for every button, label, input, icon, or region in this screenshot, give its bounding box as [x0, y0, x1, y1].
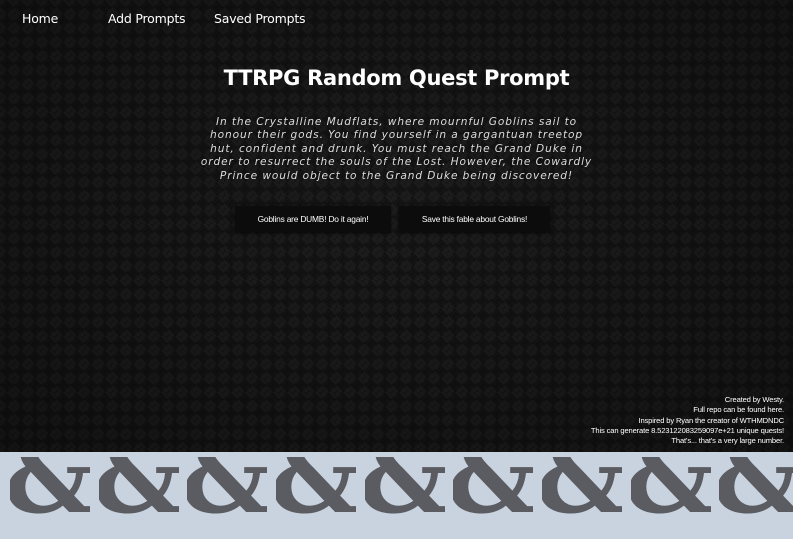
dnd-ampersand-icon: & [719, 457, 793, 537]
nav-saved-prompts-link[interactable]: Saved Prompts [214, 11, 306, 26]
main-area: Home Add Prompts Saved Prompts TTRPG Ran… [0, 0, 793, 452]
credit-inspired-by: Inspired by Ryan the creator of WTHMDNDC [638, 415, 785, 425]
dnd-ampersand-icon: & [187, 457, 267, 537]
dnd-ampersand-icon: & [365, 457, 445, 537]
dnd-ampersand-icon: & [453, 457, 533, 537]
nav-home-link[interactable]: Home [22, 11, 58, 26]
top-nav: Home Add Prompts Saved Prompts [0, 0, 793, 38]
page-title: TTRPG Random Quest Prompt [223, 66, 570, 90]
quest-prompt-text: In the Crystalline Mudflats, where mourn… [200, 116, 593, 182]
credits: Created by Westy. Full repo can be found… [591, 395, 784, 446]
dnd-ampersand-icon: & [10, 457, 90, 537]
nav-add-prompts-link[interactable]: Add Prompts [108, 11, 186, 26]
credit-repo-link[interactable]: Full repo can be found here. [591, 405, 784, 415]
credit-generate-count: This can generate 8.523122083259097e+21 … [590, 425, 784, 435]
regenerate-button[interactable]: Goblins are DUMB! Do it again! [235, 206, 391, 232]
credit-large-number: That's... that's a very large number. [671, 436, 784, 446]
dnd-ampersand-icon: & [276, 457, 356, 537]
dnd-ampersand-icon: & [542, 457, 622, 537]
footer-logo-strip: & & & & & & & & & [0, 452, 793, 539]
dnd-ampersand-icon: & [631, 457, 711, 537]
credit-created-by[interactable]: Created by Westy. [591, 395, 784, 405]
dnd-ampersand-icon: & [99, 457, 179, 537]
save-fable-button[interactable]: Save this fable about Goblins! [399, 206, 550, 232]
